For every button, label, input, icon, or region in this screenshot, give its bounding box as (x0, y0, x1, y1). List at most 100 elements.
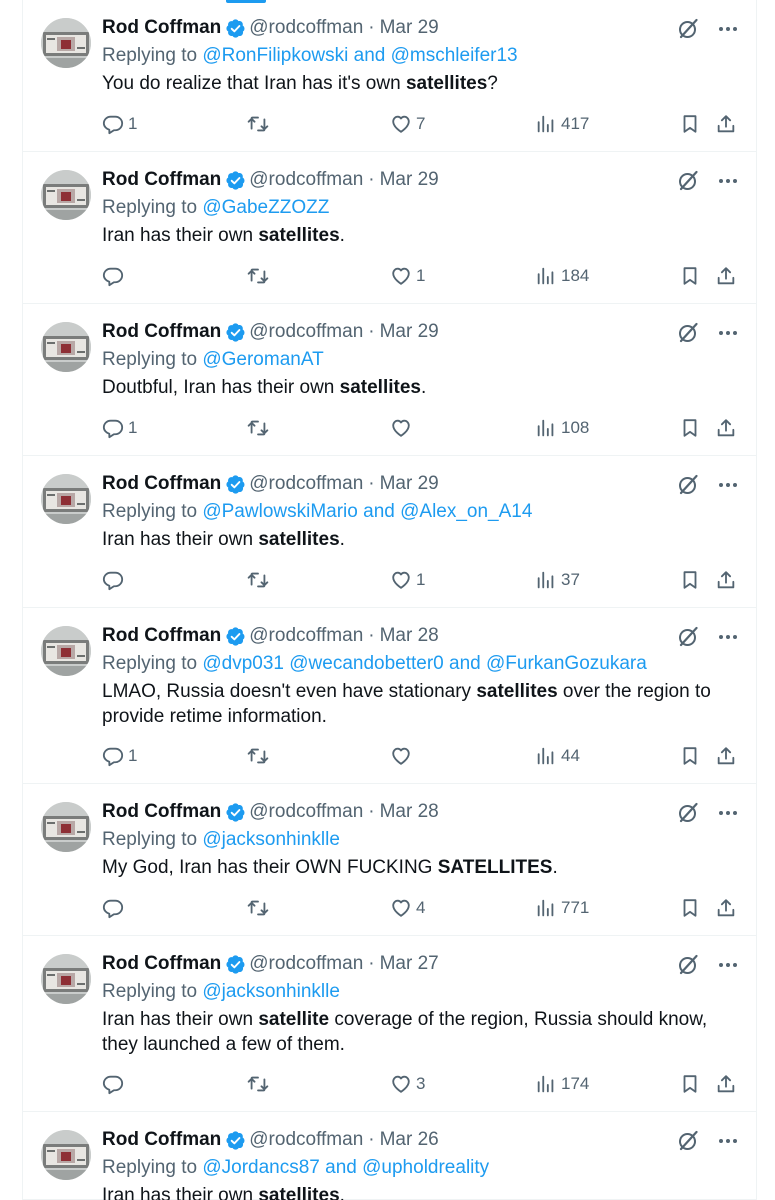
display-name[interactable]: Rod Coffman (102, 625, 221, 647)
share-button[interactable] (715, 569, 737, 591)
avatar[interactable] (41, 1130, 91, 1180)
bookmark-button[interactable] (679, 113, 701, 135)
avatar[interactable] (41, 802, 91, 852)
handle[interactable]: @rodcoffman (249, 801, 363, 823)
like-button[interactable]: 3 (390, 1073, 425, 1095)
retweet-button[interactable] (247, 113, 273, 135)
avatar[interactable] (41, 18, 91, 68)
grok-icon[interactable] (676, 953, 700, 977)
timestamp[interactable]: Mar 28 (380, 625, 439, 647)
retweet-button[interactable] (247, 745, 273, 767)
bookmark-button[interactable] (679, 897, 701, 919)
share-button[interactable] (715, 417, 737, 439)
like-button[interactable] (390, 417, 416, 439)
views-button[interactable]: 108 (535, 417, 589, 439)
more-icon[interactable] (716, 953, 740, 977)
reply-button[interactable] (102, 265, 128, 287)
bookmark-button[interactable] (679, 1073, 701, 1095)
tweet[interactable]: Rod Coffman @rodcoffman · Mar 28 Replyin… (23, 784, 756, 936)
avatar[interactable] (41, 954, 91, 1004)
retweet-button[interactable] (247, 265, 273, 287)
retweet-button[interactable] (247, 1073, 273, 1095)
handle[interactable]: @rodcoffman (249, 17, 363, 39)
share-button[interactable] (715, 745, 737, 767)
views-button[interactable]: 44 (535, 745, 580, 767)
display-name[interactable]: Rod Coffman (102, 1129, 221, 1151)
like-button[interactable]: 4 (390, 897, 425, 919)
views-button[interactable]: 417 (535, 113, 589, 135)
grok-icon[interactable] (676, 1129, 700, 1153)
tweet[interactable]: Rod Coffman @rodcoffman · Mar 29 Replyin… (23, 152, 756, 304)
tweet[interactable]: Rod Coffman @rodcoffman · Mar 27 Replyin… (23, 936, 756, 1112)
share-button[interactable] (715, 113, 737, 135)
reply-button[interactable] (102, 897, 128, 919)
reply-button[interactable]: 1 (102, 113, 137, 135)
grok-icon[interactable] (676, 473, 700, 497)
bookmark-button[interactable] (679, 569, 701, 591)
handle[interactable]: @rodcoffman (249, 953, 363, 975)
views-button[interactable]: 37 (535, 569, 580, 591)
timestamp[interactable]: Mar 28 (380, 801, 439, 823)
reply-button[interactable] (102, 569, 128, 591)
retweet-button[interactable] (247, 897, 273, 919)
avatar[interactable] (41, 626, 91, 676)
more-icon[interactable] (716, 1129, 740, 1153)
tweet[interactable]: Rod Coffman @rodcoffman · Mar 29 Replyin… (23, 0, 756, 152)
mention-link[interactable]: @GabeZZOZZ (202, 197, 329, 218)
bookmark-button[interactable] (679, 745, 701, 767)
more-icon[interactable] (716, 321, 740, 345)
mention-link[interactable]: @GeromanAT (202, 349, 323, 370)
retweet-button[interactable] (247, 569, 273, 591)
views-button[interactable]: 184 (535, 265, 589, 287)
views-button[interactable]: 174 (535, 1073, 589, 1095)
share-button[interactable] (715, 265, 737, 287)
grok-icon[interactable] (676, 321, 700, 345)
mention-link[interactable]: @upholdreality (362, 1157, 489, 1178)
views-button[interactable]: 771 (535, 897, 589, 919)
mention-link[interactable]: @wecandobetter0 (289, 653, 444, 674)
avatar[interactable] (41, 170, 91, 220)
timestamp[interactable]: Mar 29 (380, 17, 439, 39)
mention-link[interactable]: @PawlowskiMario (202, 501, 358, 522)
like-button[interactable] (390, 745, 416, 767)
more-icon[interactable] (716, 169, 740, 193)
timestamp[interactable]: Mar 29 (380, 321, 439, 343)
grok-icon[interactable] (676, 801, 700, 825)
more-icon[interactable] (716, 473, 740, 497)
mention-link[interactable]: @FurkanGozukara (486, 653, 647, 674)
timestamp[interactable]: Mar 29 (380, 169, 439, 191)
grok-icon[interactable] (676, 625, 700, 649)
display-name[interactable]: Rod Coffman (102, 953, 221, 975)
grok-icon[interactable] (676, 169, 700, 193)
more-icon[interactable] (716, 625, 740, 649)
tweet[interactable]: Rod Coffman @rodcoffman · Mar 26 Replyin… (23, 1112, 756, 1200)
like-button[interactable]: 1 (390, 265, 425, 287)
display-name[interactable]: Rod Coffman (102, 801, 221, 823)
avatar[interactable] (41, 322, 91, 372)
reply-button[interactable]: 1 (102, 417, 137, 439)
like-button[interactable]: 7 (390, 113, 425, 135)
more-icon[interactable] (716, 801, 740, 825)
timestamp[interactable]: Mar 27 (380, 953, 439, 975)
display-name[interactable]: Rod Coffman (102, 473, 221, 495)
tweet[interactable]: Rod Coffman @rodcoffman · Mar 29 Replyin… (23, 304, 756, 456)
share-button[interactable] (715, 1073, 737, 1095)
mention-link[interactable]: @jacksonhinklle (202, 981, 340, 1002)
timestamp[interactable]: Mar 29 (380, 473, 439, 495)
share-button[interactable] (715, 897, 737, 919)
timestamp[interactable]: Mar 26 (380, 1129, 439, 1151)
display-name[interactable]: Rod Coffman (102, 169, 221, 191)
handle[interactable]: @rodcoffman (249, 473, 363, 495)
mention-link[interactable]: @mschleifer13 (391, 45, 518, 66)
tweet[interactable]: Rod Coffman @rodcoffman · Mar 29 Replyin… (23, 456, 756, 608)
mention-link[interactable]: @jacksonhinklle (202, 829, 340, 850)
mention-link[interactable]: @RonFilipkowski (202, 45, 348, 66)
mention-link[interactable]: @Jordancs87 (202, 1157, 320, 1178)
bookmark-button[interactable] (679, 265, 701, 287)
retweet-button[interactable] (247, 417, 273, 439)
display-name[interactable]: Rod Coffman (102, 17, 221, 39)
handle[interactable]: @rodcoffman (249, 625, 363, 647)
mention-link[interactable]: @Alex_on_A14 (400, 501, 532, 522)
handle[interactable]: @rodcoffman (249, 1129, 363, 1151)
tweet[interactable]: Rod Coffman @rodcoffman · Mar 28 Replyin… (23, 608, 756, 784)
